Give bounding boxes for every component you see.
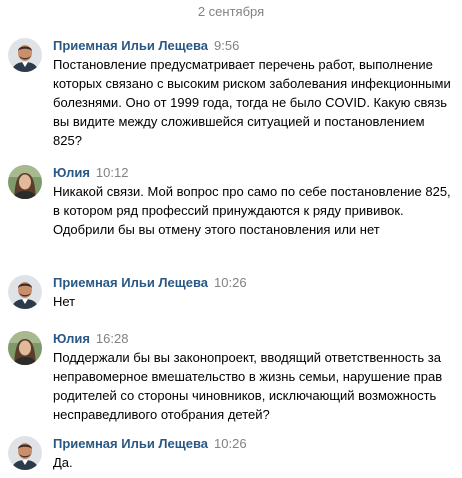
sender-avatar[interactable] xyxy=(8,331,42,365)
message-text: Постановление предусматривает перечень р… xyxy=(53,57,451,148)
woman-photo-avatar-icon xyxy=(8,165,42,199)
message-author[interactable]: Юлия xyxy=(53,331,90,346)
message-time[interactable]: 9:56 xyxy=(214,38,239,53)
woman-photo-avatar-icon xyxy=(8,331,42,365)
message-author[interactable]: Юлия xyxy=(53,165,90,180)
message-header: Юлия 10:12 xyxy=(53,165,128,181)
message-time[interactable]: 10:26 xyxy=(214,436,247,451)
man-photo-avatar-icon xyxy=(8,436,42,470)
message-time[interactable]: 16:28 xyxy=(96,331,129,346)
date-separator: 2 сентября xyxy=(197,3,265,19)
sender-avatar[interactable] xyxy=(8,38,42,72)
message-header: Приемная Ильи Лещева 9:56 xyxy=(53,38,239,54)
message-text: Никакой связи. Мой вопрос про само по се… xyxy=(53,184,451,237)
message-header: Юлия 16:28 xyxy=(53,331,128,347)
message-text: Да. xyxy=(53,455,73,470)
man-photo-avatar-icon xyxy=(8,38,42,72)
message-text: Поддержали бы вы законопроект, вводящий … xyxy=(53,350,443,422)
message-text: Нет xyxy=(53,294,76,309)
message-time[interactable]: 10:12 xyxy=(96,165,129,180)
message-time[interactable]: 10:26 xyxy=(214,275,247,290)
message-author[interactable]: Приемная Ильи Лещева xyxy=(53,275,208,290)
sender-avatar[interactable] xyxy=(8,436,42,470)
chat-history: 2 сентября Приемная Ильи Лещева 9:56 Пост… xyxy=(0,0,462,478)
message-header: Приемная Ильи Лещева 10:26 xyxy=(53,275,247,291)
message-author[interactable]: Приемная Ильи Лещева xyxy=(53,38,208,53)
sender-avatar[interactable] xyxy=(8,275,42,309)
message-header: Приемная Ильи Лещева 10:26 xyxy=(53,436,247,452)
sender-avatar[interactable] xyxy=(8,165,42,199)
message-author[interactable]: Приемная Ильи Лещева xyxy=(53,436,208,451)
man-photo-avatar-icon xyxy=(8,275,42,309)
